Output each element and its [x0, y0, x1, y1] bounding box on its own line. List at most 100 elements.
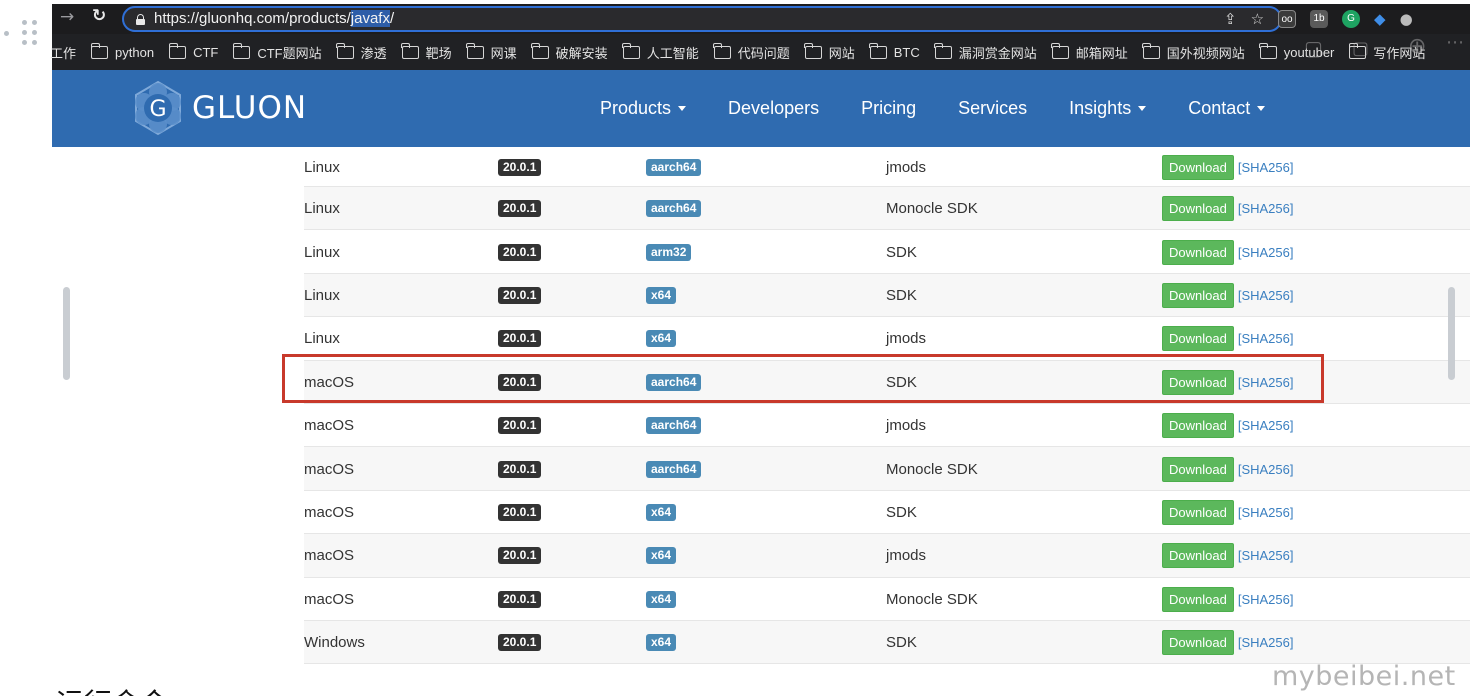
url-selection: javafx [350, 10, 390, 27]
download-button[interactable]: Download [1162, 239, 1234, 265]
type-cell: Monocle SDK [886, 460, 978, 478]
download-button[interactable]: Download [1162, 154, 1234, 180]
arch-badge: aarch64 [646, 200, 702, 218]
version-cell: 20.0.1 [498, 621, 542, 664]
bookmark-item[interactable]: 人工智能 [622, 42, 699, 62]
sha256-link[interactable]: [SHA256] [1238, 418, 1294, 433]
download-button[interactable]: Download [1162, 586, 1234, 612]
download-button[interactable]: Download [1162, 543, 1234, 569]
download-button[interactable]: Download [1162, 499, 1234, 525]
type-cell: SDK [886, 634, 917, 652]
downloads-table: Linux 20.0.1 aarch64 jmods Download [SHA256] L… [304, 147, 1470, 665]
sha256-link[interactable]: [SHA256] [1238, 548, 1294, 563]
bookmark-label: 靶场 [425, 45, 452, 61]
folder-icon [232, 42, 251, 59]
folder-icon [168, 42, 187, 59]
download-cell: Download [SHA256] [1162, 621, 1293, 664]
sha256-link[interactable]: [SHA256] [1238, 505, 1294, 520]
folder-icon [622, 42, 640, 59]
url-input[interactable]: https://gluonhq.com/products/javafx/ [122, 6, 1282, 32]
bookmark-item[interactable]: 网课 [466, 42, 517, 62]
gluon-logo[interactable]: G GLUON [130, 80, 307, 136]
bookmark-item[interactable]: BTC [869, 42, 920, 60]
page-scrollbar[interactable] [1448, 287, 1455, 380]
bookmark-item[interactable]: python [90, 42, 154, 60]
bookmark-item[interactable]: 渗透 [336, 42, 387, 62]
nav-products[interactable]: Products [600, 98, 687, 119]
nav-label: Developers [728, 98, 820, 118]
window-icon: ▢ [1304, 36, 1323, 60]
sha256-link[interactable]: [SHA256] [1238, 201, 1294, 216]
bookmark-label: 渗透 [360, 45, 387, 61]
download-cell: Download [SHA256] [1162, 187, 1293, 230]
bookmark-item[interactable]: 代码问题 [713, 42, 790, 62]
bookmark-label: 漏洞赏金网站 [958, 45, 1037, 61]
nav-services[interactable]: Services [958, 98, 1027, 119]
download-button[interactable]: Download [1162, 413, 1234, 439]
bookmark-item[interactable]: 网站 [804, 42, 855, 62]
download-button[interactable]: Download [1162, 630, 1234, 656]
screenshot-root: → ↻ https://gluonhq.com/products/javafx/… [0, 0, 1470, 696]
table-row: macOS 20.0.1 aarch64 jmods Download [SHA256] [304, 404, 1470, 448]
nav-label: Contact [1188, 98, 1251, 118]
bookmark-item[interactable]: 破解安装 [531, 42, 608, 62]
download-button[interactable]: Download [1162, 196, 1234, 222]
bookmark-item[interactable]: CTF题网站 [232, 42, 322, 62]
type-cell: jmods [886, 547, 927, 565]
arch-badge: aarch64 [646, 460, 702, 478]
sha256-link[interactable]: [SHA256] [1238, 592, 1294, 607]
more-icon: ⋯ [1446, 32, 1464, 53]
nav-pricing[interactable]: Pricing [861, 98, 916, 119]
download-button[interactable]: Download [1162, 456, 1234, 482]
lock-icon[interactable] [136, 14, 145, 25]
bookmark-item[interactable]: 工作 [50, 43, 76, 62]
reload-icon[interactable]: ↻ [92, 6, 106, 26]
bookmark-item[interactable]: CTF [168, 42, 219, 60]
nav-contact[interactable]: Contact [1188, 98, 1266, 119]
version-badge: 20.0.1 [498, 417, 542, 435]
type-cell: Monocle SDK [886, 200, 978, 218]
nav-developers[interactable]: Developers [728, 98, 819, 119]
nav-insights[interactable]: Insights [1069, 98, 1147, 119]
left-scrollbar[interactable] [63, 287, 70, 380]
sha256-link[interactable]: [SHA256] [1238, 462, 1294, 477]
sha256-link[interactable]: [SHA256] [1238, 160, 1294, 175]
sha256-link[interactable]: [SHA256] [1238, 245, 1294, 260]
table-row: Windows 20.0.1 x64 SDK Download [SHA256] [304, 620, 1470, 665]
arch-cell: x64 [646, 621, 677, 664]
bookmark-label: 网课 [490, 45, 517, 61]
share-icon[interactable]: ⇪ [1224, 10, 1237, 28]
arch-badge: x64 [646, 286, 677, 304]
version-badge: 20.0.1 [498, 590, 542, 608]
forward-arrow-icon[interactable]: → [60, 7, 74, 27]
arch-cell: x64 [646, 491, 677, 534]
download-button[interactable]: Download [1162, 282, 1234, 308]
version-cell: 20.0.1 [498, 274, 542, 317]
type-cell: SDK [886, 503, 917, 521]
arch-badge: aarch64 [646, 417, 702, 435]
bookmark-item[interactable]: 漏洞赏金网站 [934, 42, 1037, 62]
download-cell: Download [SHA256] [1162, 404, 1293, 447]
version-badge: 20.0.1 [498, 547, 542, 565]
table-row: Linux 20.0.1 aarch64 Monocle SDK Download [SH… [304, 187, 1470, 231]
bookmark-item[interactable]: 靶场 [401, 42, 452, 62]
bookmarks-list: 工作 python CTF CTF题网站 渗透 靶场 网课 破解安装 人工智能 代码问题 网站 BT… [50, 34, 1425, 70]
arch-cell: aarch64 [646, 187, 702, 230]
nav-label: Products [600, 98, 672, 118]
version-cell: 20.0.1 [498, 578, 542, 621]
arch-badge: x64 [646, 330, 677, 348]
bookmark-item[interactable]: 邮箱网址 [1051, 42, 1128, 62]
bookmark-label: CTF [193, 44, 219, 60]
bookmark-label: 国外视频网站 [1166, 45, 1245, 61]
download-button[interactable]: Download [1162, 326, 1234, 352]
sha256-link[interactable]: [SHA256] [1238, 331, 1294, 346]
folder-icon [531, 42, 549, 59]
version-cell: 20.0.1 [498, 404, 542, 447]
star-icon[interactable]: ☆ [1251, 10, 1264, 28]
sha256-link[interactable]: [SHA256] [1238, 288, 1294, 303]
sha256-link[interactable]: [SHA256] [1238, 635, 1294, 650]
os-cell: macOS [304, 460, 355, 478]
bookmark-item[interactable]: 国外视频网站 [1142, 42, 1245, 62]
folder-icon [869, 42, 887, 59]
drag-handle[interactable] [0, 18, 40, 54]
